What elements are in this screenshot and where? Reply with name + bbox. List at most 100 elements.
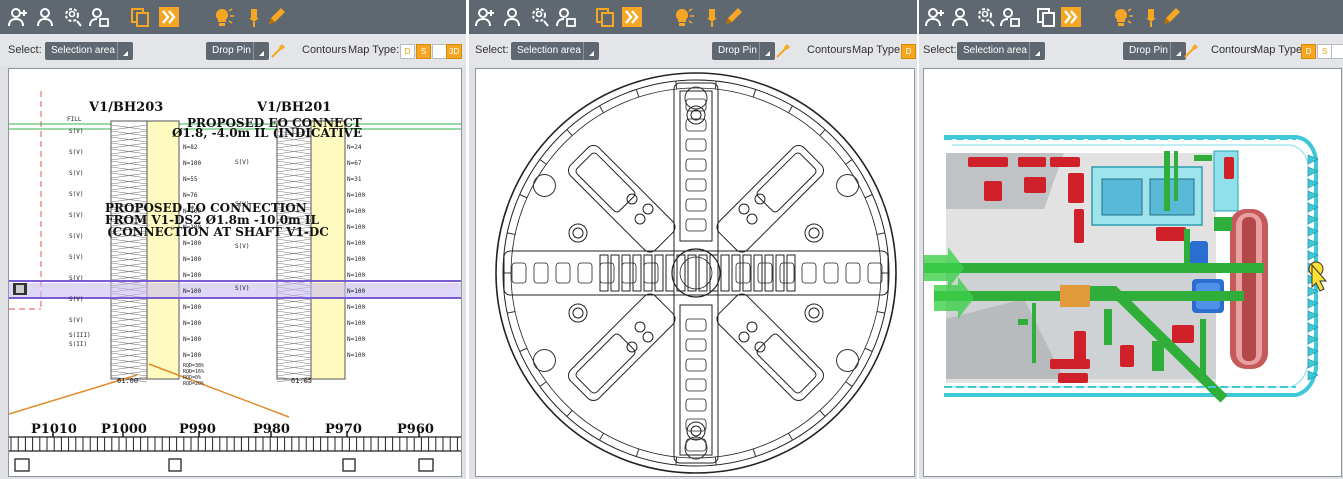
spt-n-value: N=76 (183, 192, 198, 199)
main-toolbar (919, 0, 1343, 34)
pencil-icon[interactable] (1159, 5, 1183, 29)
person-icon[interactable] (33, 5, 57, 29)
map-type-s-button[interactable]: S (416, 44, 431, 59)
soil-class-label: S(V) (69, 296, 83, 303)
fill-label: FILL (67, 116, 82, 123)
lightbulb-icon[interactable] (672, 5, 696, 29)
copy-icon[interactable] (128, 5, 152, 29)
soil-class-label: S(V) (69, 317, 83, 324)
spt-n-value: N=31 (347, 176, 362, 183)
person-search-icon[interactable] (527, 5, 551, 29)
dropdown-arrow-icon (758, 42, 772, 60)
selection-mode-dropdown[interactable]: Selection area (957, 42, 1045, 60)
person-search-icon[interactable] (973, 5, 997, 29)
chainage-label: P990 (179, 422, 216, 437)
depth-label: 61.00 (117, 377, 138, 385)
map-type-3d-button[interactable]: 3D (446, 44, 463, 59)
copy-icon[interactable] (593, 5, 617, 29)
person-link-icon[interactable] (87, 5, 111, 29)
selection-mode-dropdown[interactable]: Selection area (45, 42, 133, 60)
contours-label[interactable]: Contours (1211, 44, 1256, 56)
drop-pin-dropdown[interactable]: Drop Pin (206, 42, 269, 60)
person-icon[interactable] (948, 5, 972, 29)
soil-class-label: S(V) (69, 233, 83, 240)
soil-class-label: S(V) (69, 275, 83, 282)
borehole-title: V1/BH201 (256, 100, 331, 115)
map-type-label: Map Type: (852, 44, 904, 56)
soil-class-label: S(V) (235, 243, 249, 250)
add-person-icon[interactable] (6, 5, 30, 29)
drop-pin-dropdown[interactable]: Drop Pin (1123, 42, 1186, 60)
spt-n-value: N=100 (347, 352, 365, 359)
spt-n-value: N=100 (347, 288, 365, 295)
app-root: Select: Selection area Drop Pin Contours… (0, 0, 1343, 479)
rqd-value: RQD=20% (183, 381, 204, 387)
map-type-d-button[interactable]: D (1301, 44, 1316, 59)
copy-icon[interactable] (1034, 5, 1058, 29)
spt-n-value: N=100 (183, 208, 201, 215)
annotation-line: Ø1.8, -4.0m IL (INDICATIVE (172, 126, 362, 140)
soil-class-label: S(V) (69, 212, 83, 219)
map-type-blank-button[interactable] (432, 44, 447, 59)
select-label: Select: (8, 44, 42, 56)
select-label: Select: (475, 44, 509, 56)
chainage-label: P970 (325, 422, 362, 437)
annotation-line: (CONNECTION AT SHAFT V1-DC (107, 225, 329, 239)
chainage-label: P1000 (101, 422, 147, 437)
soil-class-label: S(II) (69, 341, 87, 348)
spt-n-value: N=100 (347, 208, 365, 215)
map-type-s-button[interactable]: S (1317, 44, 1332, 59)
soil-class-label: S(V) (69, 149, 83, 156)
spt-n-value: N=100 (183, 160, 201, 167)
drawing-viewport[interactable] (923, 68, 1342, 477)
pencil-icon[interactable] (721, 5, 745, 29)
measure-tool-icon[interactable] (270, 43, 286, 59)
depth-label: 61.05 (291, 377, 312, 385)
person-icon[interactable] (500, 5, 524, 29)
map-type-d-button[interactable]: D (901, 44, 916, 59)
map-type-d-button[interactable]: D (400, 44, 415, 59)
measure-tool-icon[interactable] (1183, 43, 1199, 59)
contours-label[interactable]: Contours (302, 44, 347, 56)
add-person-icon[interactable] (473, 5, 497, 29)
map-type-blank-button[interactable] (1331, 44, 1343, 59)
dropdown-arrow-icon (252, 42, 266, 60)
drop-pin-dropdown[interactable]: Drop Pin (712, 42, 775, 60)
drawing-viewport[interactable]: V1/BH203 V1/BH201 FILL PROPOSED EO CONNE… (8, 68, 462, 477)
spt-n-value: N=100 (183, 336, 201, 343)
soil-class-label: S(V) (69, 254, 83, 261)
person-link-icon[interactable] (554, 5, 578, 29)
selection-mode-dropdown[interactable]: Selection area (511, 42, 599, 60)
add-person-icon[interactable] (923, 5, 947, 29)
lightbulb-icon[interactable] (1111, 5, 1135, 29)
tbm-section-drawing (924, 135, 1328, 403)
pencil-icon[interactable] (264, 5, 288, 29)
cutterhead-drawing (495, 72, 897, 474)
dropdown-arrow-icon (1028, 42, 1042, 60)
forward-icon[interactable] (620, 5, 644, 29)
spt-n-value: N=100 (347, 240, 365, 247)
forward-icon[interactable] (1059, 5, 1083, 29)
main-toolbar (469, 0, 917, 34)
spt-n-value: N=100 (347, 224, 365, 231)
contours-label[interactable]: Contours (807, 44, 852, 56)
spt-n-value: N=100 (347, 320, 365, 327)
measure-tool-icon[interactable] (775, 43, 791, 59)
pin-icon[interactable] (242, 5, 266, 29)
chainage-label: P960 (397, 422, 434, 437)
spt-n-value: N=100 (347, 272, 365, 279)
spt-n-value: N=100 (183, 288, 201, 295)
spt-n-value: N=100 (183, 240, 201, 247)
spt-n-value: N=100 (183, 320, 201, 327)
person-link-icon[interactable] (998, 5, 1022, 29)
soil-class-label: S(III) (69, 332, 91, 339)
forward-icon[interactable] (157, 5, 181, 29)
soil-class-label: S(V) (69, 191, 83, 198)
soil-class-label: S(V) (235, 201, 249, 208)
spt-n-value: N=67 (347, 160, 362, 167)
option-bar: Select: Selection area Drop Pin Contours… (469, 34, 917, 66)
person-search-icon[interactable] (60, 5, 84, 29)
lightbulb-icon[interactable] (212, 5, 236, 29)
drawing-viewport[interactable] (475, 68, 915, 477)
chainage-label: P980 (253, 422, 290, 437)
